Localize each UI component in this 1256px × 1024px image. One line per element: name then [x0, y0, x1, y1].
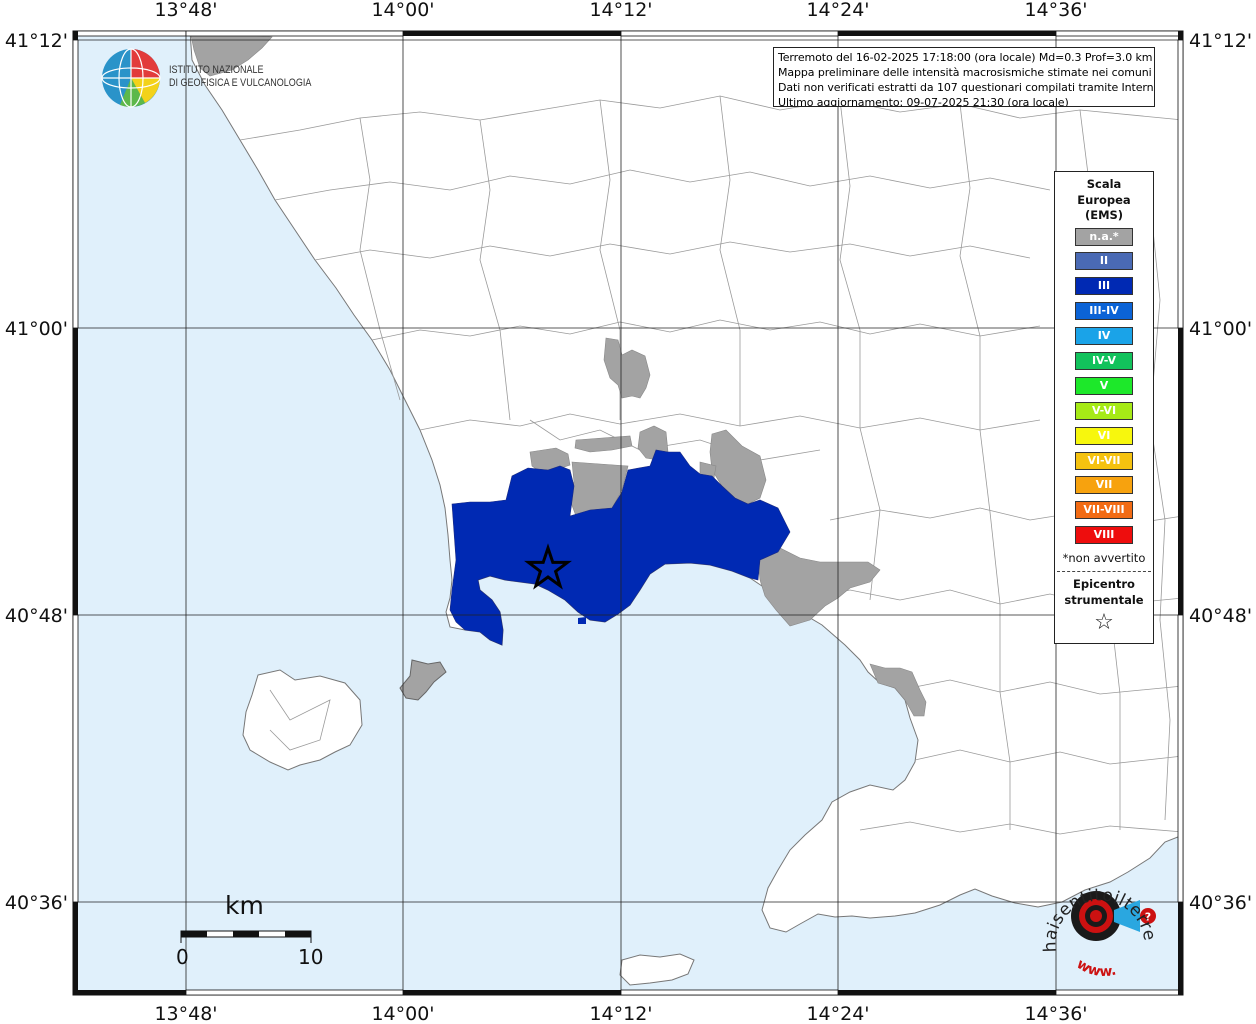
legend-title-line-3: (EMS): [1084, 208, 1124, 222]
lon-label-bottom-3: 14°12': [589, 1003, 652, 1024]
event-info-line-4: Ultimo aggiornamento: 09-07-2025 21:30 (…: [778, 96, 1069, 107]
globe-icon: [101, 48, 161, 108]
svg-text:www.: www.: [1074, 956, 1118, 980]
legend-class-6: V: [1075, 376, 1133, 395]
lon-labels-top: 13°48' 14°00' 14°12' 14°24' 14°36': [154, 0, 1087, 21]
lat-label-left-1: 41°12': [5, 30, 68, 52]
logo-line-1: ISTITUTO NAZIONALE: [169, 64, 264, 76]
legend-class-10: VII: [1075, 476, 1133, 495]
scale-unit: km: [225, 891, 264, 920]
lat-label-left-2: 41°00': [5, 318, 68, 340]
scale-start-label: 0: [176, 945, 189, 969]
legend-class-11: VII-VIII: [1075, 501, 1133, 520]
lon-label-top-4: 14°24': [806, 0, 869, 21]
legend-class-3: III-IV: [1075, 302, 1133, 321]
event-info-line-1: Terremoto del 16-02-2025 17:18:00 (ora l…: [778, 51, 1153, 64]
haisentito-www: www.: [1074, 956, 1118, 980]
lat-label-right-3: 40°48': [1189, 605, 1252, 627]
scale-bar: km 0 10: [170, 891, 330, 973]
legend-title-line-2: Europea: [1077, 192, 1131, 207]
legend-title-line-1: Scala: [1086, 177, 1122, 191]
lat-labels-left: 41°12' 41°00' 40°48' 40°36': [5, 30, 68, 914]
lat-labels-right: 41°12' 41°00' 40°48' 40°36': [1189, 30, 1252, 914]
event-info-line-3: Dati non verificati estratti da 107 ques…: [778, 81, 1155, 94]
lon-label-bottom-4: 14°24': [806, 1003, 869, 1024]
haisentito-logo: ? haisentitoilterremoto.it www.: [1036, 866, 1159, 980]
legend-class-1: II: [1075, 252, 1133, 271]
epicenter-legend-line-2: strumentale: [1064, 592, 1144, 607]
lat-label-right-4: 40°36': [1189, 892, 1252, 914]
event-info-box: Terremoto del 16-02-2025 17:18:00 (ora l…: [773, 47, 1155, 107]
lat-label-right-1: 41°12': [1189, 30, 1252, 52]
legend-class-5: IV-V: [1075, 351, 1133, 370]
legend-title: Scala Europea (EMS): [1055, 177, 1153, 224]
legend-class-2: III: [1075, 277, 1133, 296]
epicenter-legend-star-icon: ☆: [1094, 610, 1114, 636]
event-info-line-2: Mappa preliminare delle intensità macros…: [778, 66, 1152, 79]
nisida-island: [578, 617, 586, 624]
lon-label-bottom-1: 13°48': [154, 1003, 217, 1024]
legend-separator: [1057, 571, 1151, 573]
lon-labels-bottom: 13°48' 14°00' 14°12' 14°24' 14°36': [154, 1003, 1087, 1024]
lat-label-right-2: 41°00': [1189, 318, 1252, 340]
epicenter-legend-line-1: Epicentro: [1073, 577, 1135, 592]
legend-class-4: IV: [1075, 327, 1133, 346]
legend-class-0: n.a.*: [1075, 227, 1133, 246]
ems-legend: Scala Europea (EMS) n.a.* II III III-IV IV IV…: [1054, 171, 1154, 644]
lat-label-left-4: 40°36': [5, 892, 68, 914]
legend-class-8: VI: [1075, 426, 1133, 445]
ingv-logo: ISTITUTO NAZIONALE DI GEOFISICA E VULCAN…: [100, 47, 320, 111]
legend-class-7: V-VI: [1075, 401, 1133, 420]
lon-label-bottom-5: 14°36': [1024, 1003, 1087, 1024]
logo-line-2: DI GEOFISICA E VULCANOLOGIA: [169, 77, 312, 89]
lon-label-top-1: 13°48': [154, 0, 217, 21]
legend-classes: n.a.* II III III-IV IV IV-V V V-VI VI VI-VII VII VI…: [1055, 227, 1153, 545]
lon-label-top-5: 14°36': [1024, 0, 1087, 21]
legend-class-9: VI-VII: [1075, 451, 1133, 470]
epicenter-legend-title: Epicentro strumentale: [1055, 577, 1153, 608]
legend-note: *non avvertito: [1062, 551, 1146, 566]
lon-label-bottom-2: 14°00': [371, 1003, 434, 1024]
scale-end-label: 10: [298, 945, 324, 969]
legend-class-12: VIII: [1075, 526, 1133, 545]
lat-label-left-3: 40°48': [5, 605, 68, 627]
lon-label-top-2: 14°00': [371, 0, 434, 21]
lon-label-top-3: 14°12': [589, 0, 652, 21]
